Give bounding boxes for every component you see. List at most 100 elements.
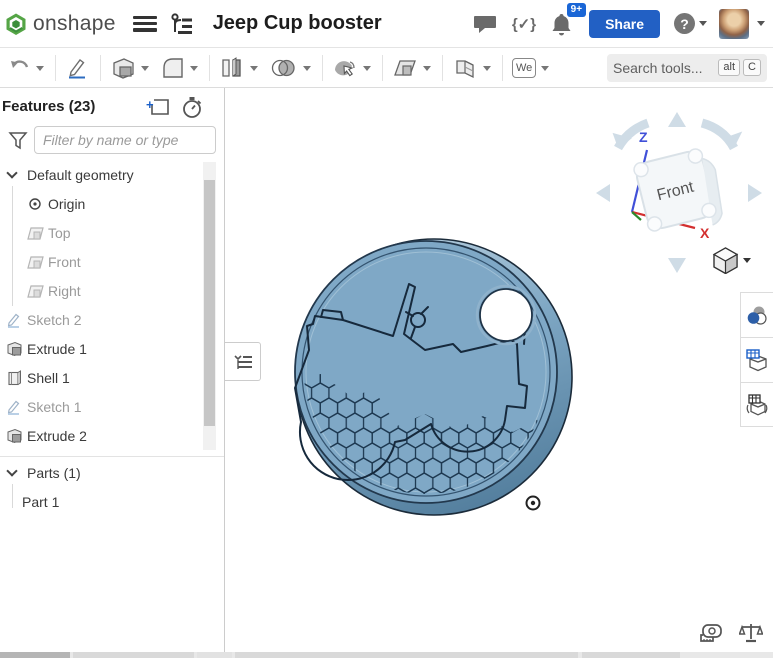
mass-properties-button[interactable] xyxy=(739,622,763,644)
fillet-caret-icon[interactable] xyxy=(190,66,198,75)
parts-header[interactable]: Parts (1) xyxy=(0,458,225,487)
viewport-side-panels xyxy=(740,292,773,427)
shell-feature-icon xyxy=(7,370,22,386)
share-button[interactable]: Share xyxy=(589,10,660,38)
scroll-down-icon[interactable] xyxy=(206,441,214,449)
plane-caret-icon[interactable] xyxy=(423,66,431,75)
new-folder-icon[interactable]: + xyxy=(146,96,172,118)
tree-list-icon xyxy=(233,352,253,372)
search-tools-box[interactable]: Search tools... alt C xyxy=(607,54,767,82)
feature-list-toggle-button[interactable] xyxy=(225,342,261,381)
notifications-bell[interactable]: 9+ xyxy=(550,12,573,36)
sheet-metal-button[interactable] xyxy=(449,53,494,83)
featurescript-check-icon[interactable]: {✓} xyxy=(512,15,536,33)
transform-caret-icon[interactable] xyxy=(363,66,371,75)
part-tables-panel-button[interactable] xyxy=(740,337,773,382)
transform-button[interactable] xyxy=(329,53,374,83)
comments-icon[interactable] xyxy=(473,13,497,35)
tab-strip-segment[interactable] xyxy=(197,652,232,658)
shell-icon xyxy=(219,56,245,80)
avatar[interactable] xyxy=(719,9,749,39)
feature-tree: Default geometry Origin xyxy=(0,160,203,450)
svg-text:+: + xyxy=(146,97,154,112)
fillet-icon xyxy=(161,56,185,80)
main-menu-icon[interactable] xyxy=(133,16,157,32)
tree-item-top-plane[interactable]: Top xyxy=(0,218,203,247)
origin-marker[interactable] xyxy=(527,497,540,510)
x-axis-label: X xyxy=(700,225,710,241)
shell-caret-icon[interactable] xyxy=(250,66,258,75)
tree-item-front-plane[interactable]: Front xyxy=(0,247,203,276)
document-title[interactable]: Jeep Cup booster xyxy=(213,12,382,35)
search-tools-placeholder: Search tools... xyxy=(613,60,715,76)
extrude-button[interactable] xyxy=(107,53,152,83)
tree-item-extrude-1[interactable]: Extrude 1 xyxy=(0,334,203,363)
tree-item-shell-1[interactable]: Shell 1 xyxy=(0,363,203,392)
boolean-caret-icon[interactable] xyxy=(303,66,311,75)
tree-item-extrude-2[interactable]: Extrude 2 xyxy=(0,421,203,450)
transform-icon xyxy=(332,56,358,80)
rollback-stopwatch-icon[interactable] xyxy=(181,96,203,120)
extrude-icon xyxy=(110,56,136,80)
parts-list: Parts (1) Part 1 xyxy=(0,458,225,516)
tab-strip-segment[interactable] xyxy=(0,652,70,658)
undo-caret-icon[interactable] xyxy=(36,66,44,75)
header: onshape Jeep Cup booster {✓} 9+ Share xyxy=(0,0,773,48)
custom-feature-caret-icon[interactable] xyxy=(541,66,549,75)
sketch-icon xyxy=(6,312,22,328)
extrude-caret-icon[interactable] xyxy=(141,66,149,75)
boolean-button[interactable] xyxy=(267,54,314,82)
shell-button[interactable] xyxy=(216,53,261,83)
tree-item-right-plane[interactable]: Right xyxy=(0,276,203,305)
filter-funnel-icon[interactable] xyxy=(8,131,28,150)
cube-table-rotate-icon xyxy=(745,393,769,417)
scroll-up-icon[interactable] xyxy=(206,163,214,171)
chevron-down-icon[interactable] xyxy=(6,167,17,178)
scrollbar-thumb[interactable] xyxy=(204,180,215,426)
document-tab-strip[interactable] xyxy=(0,652,773,658)
versions-history-icon[interactable] xyxy=(169,12,195,36)
tab-strip-segment[interactable] xyxy=(582,652,680,658)
sketch-button[interactable] xyxy=(62,53,92,83)
notification-count-badge: 9+ xyxy=(567,3,586,17)
keychain-hole xyxy=(480,289,532,341)
undo-button[interactable] xyxy=(6,55,47,81)
help-icon: ? xyxy=(674,13,695,34)
account-caret-icon[interactable] xyxy=(757,21,765,30)
tree-item-default-geometry[interactable]: Default geometry xyxy=(0,160,203,189)
fillet-button[interactable] xyxy=(158,53,201,83)
help-menu[interactable]: ? xyxy=(674,13,707,34)
tape-measure-icon xyxy=(699,622,725,644)
tree-item-sketch-1[interactable]: Sketch 1 xyxy=(0,392,203,421)
rotate-left-arrow-icon xyxy=(596,184,610,202)
plane-front-icon xyxy=(27,255,44,269)
custom-feature-button[interactable]: We xyxy=(509,55,552,81)
view-mode-dropdown[interactable] xyxy=(712,246,751,274)
part-item-part-1[interactable]: Part 1 xyxy=(0,487,225,516)
appearance-panel-button[interactable] xyxy=(740,292,773,337)
appearance-circles-icon xyxy=(746,304,768,326)
graphics-viewport[interactable]: Z X Front xyxy=(225,88,773,652)
chevron-down-icon[interactable] xyxy=(6,465,17,476)
view-cube-front-face[interactable]: Front xyxy=(633,145,729,240)
header-actions: {✓} 9+ Share ? xyxy=(473,9,773,39)
boolean-icon xyxy=(270,57,298,79)
configuration-panel-button[interactable] xyxy=(740,382,773,427)
z-axis-label: Z xyxy=(639,129,648,145)
plane-right-icon xyxy=(27,284,44,298)
rotate-up-arrow-icon xyxy=(668,112,686,127)
tab-strip-segment[interactable] xyxy=(73,652,194,658)
tree-item-origin[interactable]: Origin xyxy=(0,189,203,218)
shortcut-key-alt: alt xyxy=(718,59,740,76)
rotate-down-arrow-icon xyxy=(668,258,686,273)
tab-strip-segment[interactable] xyxy=(235,652,578,658)
panel-scrollbar[interactable] xyxy=(203,162,216,450)
measure-tool-button[interactable] xyxy=(699,622,725,644)
undo-icon xyxy=(9,58,31,78)
filter-input[interactable] xyxy=(34,126,216,154)
sheet-metal-caret-icon[interactable] xyxy=(483,66,491,75)
onshape-logo-icon[interactable] xyxy=(4,12,28,36)
tree-item-sketch-2[interactable]: Sketch 2 xyxy=(0,305,203,334)
features-title: Features (23) xyxy=(2,98,95,115)
plane-button[interactable] xyxy=(389,53,434,83)
